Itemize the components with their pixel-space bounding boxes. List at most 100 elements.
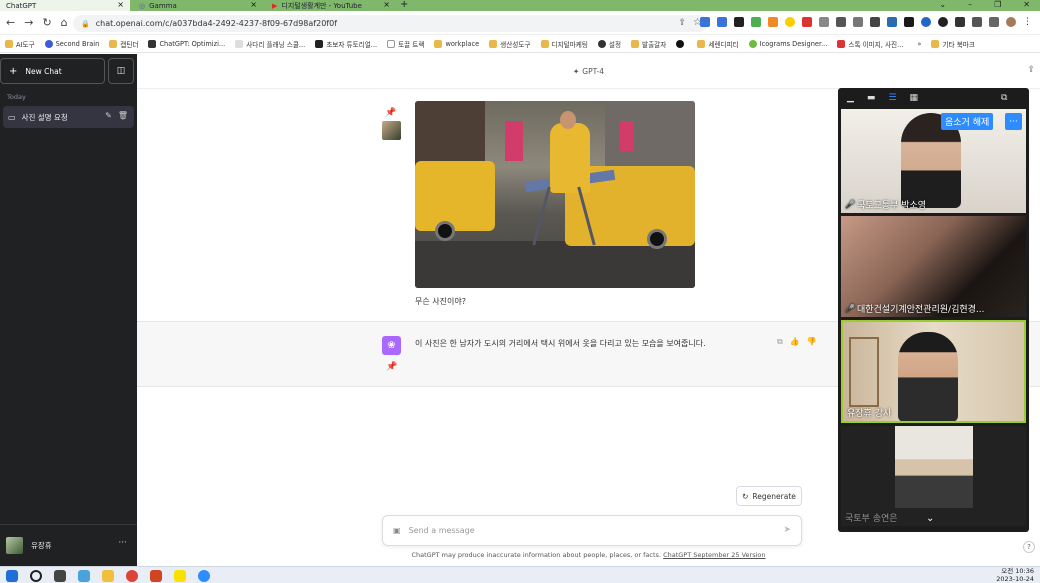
bookmark[interactable]: 세렌디피티 — [697, 39, 739, 49]
bookmark[interactable]: workplace — [434, 39, 479, 48]
tab-gamma[interactable]: ◎ Gamma × — [133, 0, 263, 11]
chrome-icon[interactable] — [126, 570, 138, 582]
participant-tile[interactable]: 🎤 국토교통부 박소영 — [841, 109, 1026, 213]
version-link[interactable]: ChatGPT September 25 Version — [663, 551, 765, 559]
trash-icon[interactable]: 🗑 — [118, 111, 128, 120]
extension-icon[interactable] — [717, 17, 727, 27]
thumbs-down-icon[interactable]: 👎 — [807, 337, 817, 347]
copy-icon[interactable]: ⧉ — [777, 337, 783, 347]
extension-icon[interactable] — [734, 17, 744, 27]
message-input[interactable] — [408, 526, 749, 535]
file-explorer-icon[interactable] — [102, 570, 114, 582]
zoom-app-icon[interactable] — [198, 570, 210, 582]
powerpoint-icon[interactable] — [150, 570, 162, 582]
extension-icon[interactable] — [802, 17, 812, 27]
extension-icon[interactable] — [751, 17, 761, 27]
reload-icon[interactable]: ↻ — [42, 16, 51, 29]
speaker-view-icon[interactable]: ▬ — [867, 93, 876, 103]
sidepanel-icon[interactable] — [989, 17, 999, 27]
unmute-button[interactable]: 음소거 해제 — [941, 113, 994, 130]
extension-icon[interactable] — [785, 17, 795, 27]
bookmark-other[interactable]: 기타 북마크 — [931, 39, 975, 49]
more-icon[interactable]: ··· — [118, 538, 127, 548]
bookmark[interactable]: 생산성도구 — [489, 39, 531, 49]
minimize-icon[interactable]: ▁ — [847, 93, 854, 103]
bookmark[interactable]: 스톡 이미지, 사진... — [837, 39, 903, 49]
extension-icon[interactable] — [887, 17, 897, 27]
task-view-icon[interactable] — [54, 570, 66, 582]
extension-icon[interactable] — [700, 17, 710, 27]
bookmark[interactable]: Second Brain — [44, 39, 99, 48]
new-tab-button[interactable]: + — [400, 0, 408, 10]
bookmark[interactable]: 사다리 플래닝 스쿨... — [235, 39, 305, 49]
puzzle-icon[interactable] — [955, 17, 965, 27]
bookmark[interactable]: 발출갈자 — [631, 39, 666, 49]
tab-youtube[interactable]: ▶ 디지털생활계만 - YouTube × — [266, 0, 396, 11]
chevron-down-icon[interactable]: ⌄ — [926, 513, 934, 524]
close-tab-icon[interactable]: × — [117, 0, 124, 9]
exit-minimized-icon[interactable]: ⧉ — [1001, 93, 1007, 103]
chat-history-item[interactable]: ▭ 사진 설명 요청 ✎ 🗑 — [3, 106, 134, 128]
gallery-view-icon[interactable]: ▦ — [910, 93, 919, 103]
bookmarks-overflow[interactable]: » — [917, 40, 921, 48]
more-options-button[interactable]: ··· — [1005, 113, 1022, 130]
bookmark[interactable]: Icograms Designer... — [748, 39, 827, 48]
participant-tile[interactable]: 국토부 송연은 — [841, 426, 1026, 526]
bookmark[interactable]: ChatGPT: Optimizi... — [148, 39, 225, 48]
participant-tile[interactable]: 🎤 대한건설기계안전관리원/김현경... — [841, 216, 1026, 317]
extension-icon[interactable] — [836, 17, 846, 27]
close-tab-icon[interactable]: × — [250, 0, 257, 9]
pin-icon[interactable]: 📌 — [386, 362, 397, 372]
widgets-icon[interactable] — [78, 570, 90, 582]
new-chat-button[interactable]: + New Chat — [0, 58, 105, 84]
user-menu[interactable]: 유장휴 ··· — [0, 524, 137, 566]
profile-avatar[interactable] — [1006, 17, 1016, 27]
folder-icon — [5, 39, 13, 48]
close-tab-icon[interactable]: × — [383, 0, 390, 9]
strip-view-icon[interactable]: ☰ — [888, 93, 896, 103]
restore-icon[interactable]: ❐ — [994, 0, 1001, 9]
windows-start-icon[interactable] — [6, 570, 18, 582]
sidebar-toggle-icon[interactable]: ◫ — [108, 58, 134, 84]
extension-icon[interactable] — [853, 17, 863, 27]
edit-icon[interactable]: ✎ — [105, 111, 112, 120]
search-icon[interactable] — [30, 570, 42, 582]
tab-chatgpt[interactable]: ChatGPT × — [0, 0, 130, 11]
system-clock[interactable]: 오전 10:36 2023-10-24 — [996, 567, 1034, 583]
back-icon[interactable]: ← — [6, 16, 15, 29]
pin-icon[interactable]: 📌 — [385, 108, 396, 118]
bookmark[interactable]: 설정 — [597, 39, 621, 49]
close-window-icon[interactable]: ✕ — [1023, 0, 1030, 9]
minimize-icon[interactable]: – — [968, 0, 972, 9]
bookmark[interactable]: 토끌 트랙 — [387, 39, 424, 49]
extension-icon[interactable] — [768, 17, 778, 27]
home-icon[interactable]: ⌂ — [61, 16, 68, 29]
thumbs-up-icon[interactable]: 👍 — [790, 337, 800, 347]
kakaotalk-icon[interactable] — [174, 570, 186, 582]
bookmark[interactable]: 디지털마케팅 — [540, 39, 588, 49]
bookmark[interactable] — [676, 39, 687, 48]
regenerate-button[interactable]: ↻ Regenerate — [736, 486, 802, 506]
image-attach-icon[interactable]: ▣ — [393, 526, 401, 535]
bookmark[interactable]: 초보자 튜토리얼... — [315, 39, 377, 49]
participant-tile-active-speaker[interactable]: 유장휴 강사 — [841, 320, 1026, 423]
site-icon — [148, 39, 157, 48]
forward-icon[interactable]: → — [24, 16, 33, 29]
extension-icon[interactable] — [904, 17, 914, 27]
bookmark[interactable]: AI도구 — [5, 39, 35, 49]
github-icon — [676, 39, 685, 48]
send-icon[interactable]: ➤ — [783, 525, 791, 535]
download-icon[interactable] — [972, 17, 982, 27]
bookmark[interactable]: 캡틴더 — [109, 39, 138, 49]
url-field[interactable]: 🔒 chat.openai.com/c/a037bda4-2492-4237-8… — [73, 15, 708, 32]
share-icon[interactable]: ⇪ — [1027, 65, 1035, 75]
tab-search-icon[interactable]: ⌄ — [939, 0, 946, 9]
extension-icon[interactable] — [819, 17, 829, 27]
uploaded-image[interactable] — [415, 101, 695, 288]
extension-icon[interactable] — [870, 17, 880, 27]
kebab-menu-icon[interactable]: ⋮ — [1023, 17, 1032, 27]
extension-icon[interactable] — [921, 17, 931, 27]
help-icon[interactable]: ? — [1023, 541, 1035, 553]
extension-icon[interactable] — [938, 17, 948, 27]
share-page-icon[interactable]: ⇪ — [678, 18, 686, 28]
